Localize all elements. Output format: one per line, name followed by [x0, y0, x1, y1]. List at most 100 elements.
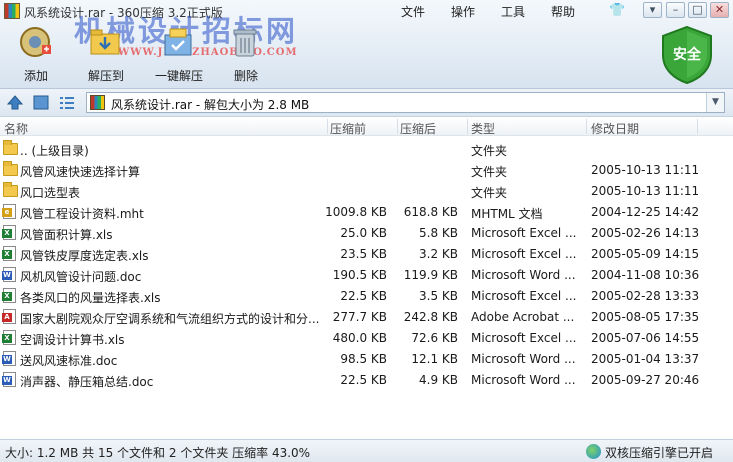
menu-operate[interactable]: 操作	[451, 3, 475, 20]
file-row[interactable]: X 空调设计计算书.xls 480.0 KB 72.6 KB Microsoft Exc…	[0, 327, 733, 348]
file-modified-date: 2004-11-08 10:36	[591, 268, 700, 282]
column-name[interactable]: 名称	[4, 120, 28, 137]
file-type: Microsoft Word ...	[471, 373, 576, 387]
file-name: 风管工程设计资料.mht	[20, 207, 144, 221]
file-name: 国家大剧院观众厅空调系统和气流组织方式的设计和分...	[20, 312, 320, 326]
word-file-icon: W	[2, 267, 17, 282]
delete-label: 删除	[233, 69, 258, 83]
file-type: Adobe Acrobat ...	[471, 310, 575, 324]
file-modified-date: 2005-10-13 11:11	[591, 163, 700, 177]
file-row[interactable]: X 风管面积计算.xls 25.0 KB 5.8 KB Microsoft Excel …	[0, 222, 733, 243]
file-packed-size: 72.6 KB	[411, 331, 458, 345]
address-dropdown-icon[interactable]: ▼	[706, 93, 724, 112]
excel-file-icon: X	[2, 330, 17, 345]
thumbnail-view-button[interactable]	[32, 94, 50, 111]
status-bar: 大小: 1.2 MB 共 15 个文件和 2 个文件夹 压缩率 43.0% 双核…	[0, 439, 733, 462]
excel-file-icon: X	[2, 288, 17, 303]
maximize-button[interactable]: □	[688, 2, 707, 18]
file-rows: .. (上级目录) 文件夹 风管风速快速选择计算 文件夹 2005-10-13 11:1…	[0, 138, 733, 390]
file-modified-date: 2004-12-25 14:42	[591, 205, 700, 219]
file-type: Microsoft Word ...	[471, 352, 576, 366]
file-packed-size: 242.8 KB	[403, 310, 458, 324]
excel-file-icon: X	[2, 246, 17, 261]
file-name: 各类风口的风量选择表.xls	[20, 291, 161, 305]
add-label: 添加	[23, 69, 48, 83]
file-packed-size: 12.1 KB	[411, 352, 458, 366]
file-size: 98.5 KB	[340, 352, 387, 366]
file-name: 空调设计计算书.xls	[20, 333, 125, 347]
trash-can-icon	[233, 29, 257, 57]
file-list: 名称 压缩前 压缩后 类型 修改日期 .. (上级目录) 文件夹 风管风速快速选择计…	[0, 117, 733, 437]
column-date[interactable]: 修改日期	[591, 120, 639, 137]
one-click-extract-icon	[164, 28, 192, 56]
file-row[interactable]: W 风机风管设计问题.doc 190.5 KB 119.9 KB Microsoft W…	[0, 264, 733, 285]
column-divider[interactable]	[327, 119, 328, 134]
delete-button[interactable]: 删除	[216, 22, 276, 86]
file-name: .. (上级目录)	[20, 144, 89, 158]
add-archive-icon	[20, 27, 51, 57]
archive-file-icon	[90, 95, 105, 110]
file-size: 277.7 KB	[332, 310, 387, 324]
skin-shirt-icon[interactable]: 👕	[609, 3, 625, 18]
folder-icon	[3, 140, 18, 156]
file-packed-size: 3.5 KB	[419, 289, 458, 303]
column-divider[interactable]	[467, 119, 468, 134]
column-size[interactable]: 压缩前	[330, 120, 366, 137]
file-size: 480.0 KB	[332, 331, 387, 345]
file-row[interactable]: X 风管铁皮厚度选定表.xls 23.5 KB 3.2 KB Microsoft Exc…	[0, 243, 733, 264]
file-row[interactable]: X 各类风口的风量选择表.xls 22.5 KB 3.5 KB Microsoft Ex…	[0, 285, 733, 306]
file-name: 送风风速标准.doc	[20, 354, 118, 368]
menu-bar: 文件 操作 工具 帮助	[401, 3, 575, 20]
file-packed-size: 618.8 KB	[403, 205, 458, 219]
menu-help[interactable]: 帮助	[551, 3, 575, 20]
ribbon: 风系统设计.rar - 360压缩 3.2正式版 文件 操作 工具 帮助 👕 ▾…	[0, 0, 733, 89]
status-summary: 大小: 1.2 MB 共 15 个文件和 2 个文件夹 压缩率 43.0%	[5, 446, 311, 460]
list-view-button[interactable]	[58, 94, 76, 111]
file-row[interactable]: 风管风速快速选择计算 文件夹 2005-10-13 11:11	[0, 159, 733, 180]
file-row[interactable]: A 国家大剧院观众厅空调系统和气流组织方式的设计和分... 277.7 KB 242.…	[0, 306, 733, 327]
minimize-button[interactable]: –	[666, 2, 685, 18]
extract-to-button[interactable]: 解压到	[76, 22, 136, 86]
file-row[interactable]: 风口选型表 文件夹 2005-10-13 11:11	[0, 180, 733, 201]
file-row[interactable]: W 消声器、静压箱总结.doc 22.5 KB 4.9 KB Microsoft Wor…	[0, 369, 733, 390]
add-button[interactable]: 添加	[6, 22, 66, 86]
column-divider[interactable]	[397, 119, 398, 134]
engine-status-label: 双核压缩引擎已开启	[605, 446, 714, 460]
file-modified-date: 2005-02-28 13:33	[591, 289, 700, 303]
file-type: 文件夹	[471, 186, 508, 200]
menu-dropdown-button[interactable]: ▾	[643, 2, 662, 18]
file-size: 1009.8 KB	[325, 205, 387, 219]
list-header: 名称 压缩前 压缩后 类型 修改日期	[0, 117, 733, 136]
file-row[interactable]: W 送风风速标准.doc 98.5 KB 12.1 KB Microsoft Word …	[0, 348, 733, 369]
file-size: 25.0 KB	[340, 226, 387, 240]
column-divider[interactable]	[586, 119, 587, 134]
file-name: 风管面积计算.xls	[20, 228, 113, 242]
column-type[interactable]: 类型	[471, 120, 495, 137]
file-row[interactable]: e 风管工程设计资料.mht 1009.8 KB 618.8 KB MHTML 文档 20…	[0, 201, 733, 222]
up-level-button[interactable]	[6, 94, 24, 111]
file-row[interactable]: .. (上级目录) 文件夹	[0, 138, 733, 159]
file-type: Microsoft Excel ...	[471, 247, 577, 261]
column-divider[interactable]	[697, 119, 698, 134]
file-name: 风口选型表	[20, 186, 81, 200]
menu-file[interactable]: 文件	[401, 3, 425, 20]
address-field[interactable]: 风系统设计.rar - 解包大小为 2.8 MB ▼	[86, 92, 725, 113]
engine-status[interactable]: 双核压缩引擎已开启	[586, 443, 731, 460]
security-shield[interactable]: 安全	[659, 25, 715, 85]
close-button[interactable]: ✕	[710, 2, 729, 18]
one-click-extract-button[interactable]: 一键解压	[146, 22, 212, 86]
file-modified-date: 2005-08-05 17:35	[591, 310, 700, 324]
file-packed-size: 119.9 KB	[403, 268, 458, 282]
folder-icon	[3, 161, 18, 177]
word-file-icon: W	[2, 372, 17, 387]
address-bar: 风系统设计.rar - 解包大小为 2.8 MB ▼	[0, 89, 733, 117]
file-packed-size: 4.9 KB	[419, 373, 458, 387]
file-modified-date: 2005-10-13 11:11	[591, 184, 700, 198]
file-type: MHTML 文档	[471, 207, 543, 221]
word-file-icon: W	[2, 351, 17, 366]
file-modified-date: 2005-05-09 14:15	[591, 247, 700, 261]
file-name: 风机风管设计问题.doc	[20, 270, 142, 284]
file-name: 风管铁皮厚度选定表.xls	[20, 249, 149, 263]
column-packed[interactable]: 压缩后	[400, 120, 436, 137]
menu-tools[interactable]: 工具	[501, 3, 525, 20]
